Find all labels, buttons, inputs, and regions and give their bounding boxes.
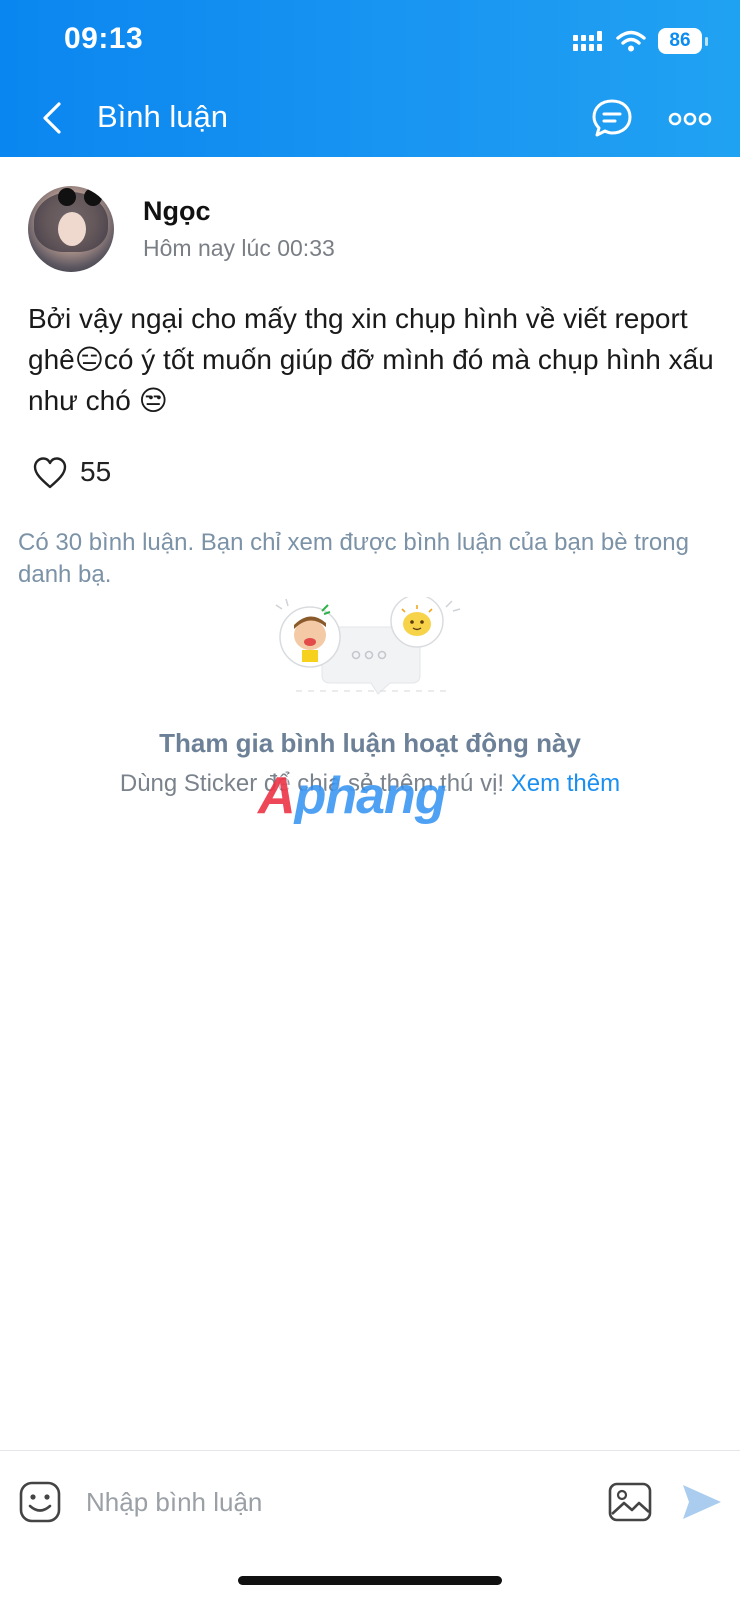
- more-dots-icon: [668, 112, 712, 126]
- comments-info: Có 30 bình luận. Bạn chỉ xem được bình l…: [18, 529, 689, 588]
- watermark-logo: Aphang: [258, 766, 488, 825]
- comment-input[interactable]: [86, 1480, 576, 1524]
- empty-comments-illustration: [272, 594, 468, 709]
- post-author[interactable]: Ngọc: [143, 196, 211, 227]
- sticker-illustration-icon: [275, 594, 461, 695]
- heart-icon: [33, 457, 67, 489]
- post-timestamp: Hôm nay lúc 00:33: [143, 235, 335, 261]
- watermark-prefix: A: [258, 767, 296, 825]
- app-header: 09:13 86 Bình luận: [0, 0, 740, 157]
- post-text: Bởi vậy ngại cho mấy thg xin chụp hình v…: [28, 303, 714, 416]
- page-title: Bình luận: [97, 99, 228, 134]
- battery-level: 86: [669, 30, 691, 51]
- like-count: 55: [80, 456, 112, 487]
- composer-divider: [0, 1450, 740, 1451]
- send-icon: [683, 1485, 721, 1519]
- like-button[interactable]: [32, 456, 68, 490]
- see-more-link[interactable]: Xem thêm: [511, 770, 620, 797]
- avatar-ear-left: [58, 188, 76, 206]
- wifi-icon: [616, 30, 646, 52]
- more-button[interactable]: [668, 104, 712, 134]
- status-time: 09:13: [64, 22, 144, 55]
- home-indicator[interactable]: [238, 1576, 502, 1585]
- avatar-face: [58, 212, 86, 246]
- image-button[interactable]: [607, 1480, 653, 1524]
- chat-bubble-icon: [592, 99, 632, 137]
- emoji-icon: [19, 1481, 61, 1523]
- watermark-text: phang: [294, 767, 447, 825]
- emoji-button[interactable]: [18, 1480, 62, 1524]
- chat-button[interactable]: [591, 98, 633, 138]
- avatar[interactable]: [28, 186, 114, 272]
- back-button[interactable]: [34, 96, 70, 140]
- avatar-ear-right: [84, 188, 102, 206]
- cellular-signal-icon: [573, 31, 602, 51]
- empty-comments-title: Tham gia bình luận hoạt động này: [159, 728, 581, 758]
- send-button[interactable]: [680, 1482, 724, 1522]
- status-icons: 86: [572, 26, 708, 56]
- battery-icon: 86: [658, 28, 708, 54]
- back-arrow-icon: [43, 102, 61, 134]
- image-icon: [608, 1482, 652, 1522]
